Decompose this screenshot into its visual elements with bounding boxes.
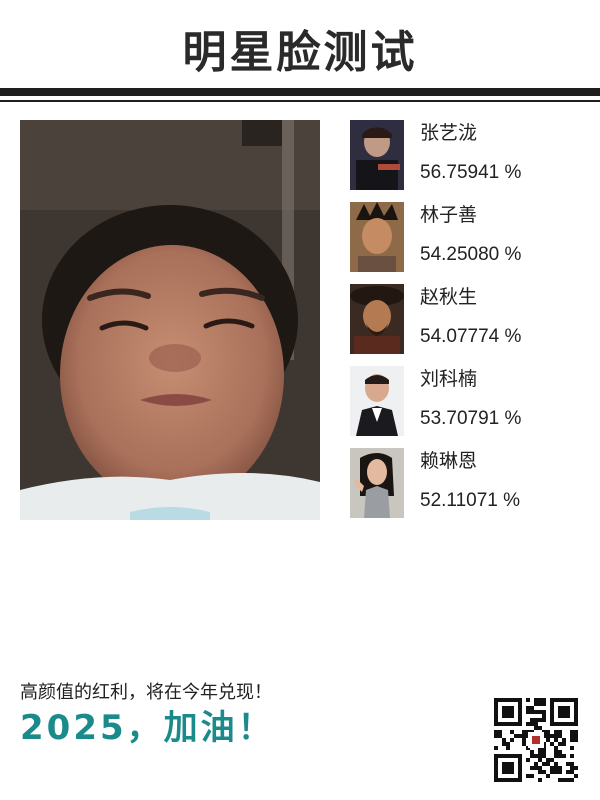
user-photo: [20, 120, 320, 520]
match-thumbnail: [350, 120, 404, 190]
match-thumbnail: [350, 284, 404, 354]
match-score: 53.70791 %: [420, 408, 522, 429]
match-name: 刘科楠: [420, 368, 478, 390]
match-item[interactable]: 张艺泷 56.75941 %: [350, 120, 580, 190]
match-thumbnail: [350, 202, 404, 272]
footer-slogan: 2025，加油！: [20, 708, 275, 748]
match-name: 张艺泷: [420, 122, 478, 144]
qr-code-icon[interactable]: [494, 698, 578, 782]
page-title: 明星脸测试: [182, 27, 418, 78]
footer-tagline: 高颜值的红利，将在今年兑现！: [20, 682, 272, 703]
match-item[interactable]: 林子善 54.25080 %: [350, 202, 580, 272]
title-divider-thick: [0, 88, 600, 96]
match-score: 54.07774 %: [420, 326, 522, 347]
match-score: 56.75941 %: [420, 162, 522, 183]
match-item[interactable]: 赵秋生 54.07774 %: [350, 284, 580, 354]
match-score: 54.25080 %: [420, 244, 522, 265]
match-thumbnail: [350, 448, 404, 518]
match-name: 赖琳恩: [420, 450, 478, 472]
match-item[interactable]: 刘科楠 53.70791 %: [350, 366, 580, 436]
title-divider-thin: [0, 100, 600, 102]
match-thumbnail: [350, 366, 404, 436]
match-name: 赵秋生: [420, 286, 478, 308]
match-name: 林子善: [420, 204, 478, 226]
match-score: 52.11071 %: [420, 490, 521, 511]
match-item[interactable]: 赖琳恩 52.11071 %: [350, 448, 580, 518]
